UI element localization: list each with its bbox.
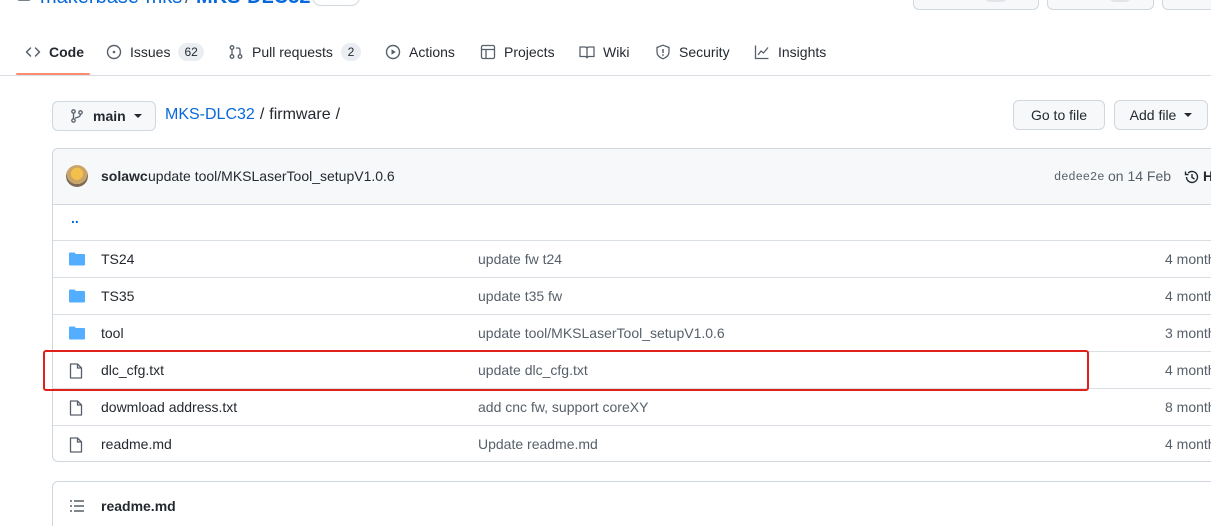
tab-actions[interactable]: Actions: [385, 30, 455, 74]
commit-author-link[interactable]: solawc: [101, 168, 148, 184]
latest-commit-bar: solawc update tool/MKSLaserTool_setupV1.…: [53, 149, 1211, 205]
tab-projects[interactable]: Projects: [480, 30, 555, 74]
git-pull-request-icon: [229, 45, 243, 59]
file-name-link[interactable]: readme.md: [101, 436, 172, 452]
star-button[interactable]: [1162, 0, 1211, 10]
file-name-link[interactable]: tool: [101, 325, 124, 341]
repo-nav-tabs: Code Issues 62 Pull requests 2 Actions P…: [0, 30, 1211, 76]
book-icon: [579, 46, 595, 59]
avatar[interactable]: [66, 165, 88, 187]
tab-security-label: Security: [679, 44, 730, 60]
breadcrumb-separator: /: [259, 106, 265, 123]
watch-button[interactable]: [913, 0, 1039, 10]
repo-icon: [18, 0, 30, 1]
repo-path-separator: /: [185, 0, 191, 9]
play-icon: [385, 44, 401, 60]
file-row[interactable]: tool update tool/MKSLaserTool_setupV1.0.…: [53, 314, 1211, 351]
file-icon: [69, 437, 83, 453]
tab-issues-label: Issues: [130, 44, 171, 60]
file-row[interactable]: readme.md Update readme.md 4 month: [53, 425, 1211, 461]
table-icon: [480, 44, 496, 60]
file-commit-message-link[interactable]: update tool/MKSLaserTool_setupV1.0.6: [478, 325, 725, 341]
tab-projects-label: Projects: [504, 44, 555, 60]
file-commit-age: 4 month: [1165, 251, 1211, 267]
tab-code-label: Code: [49, 44, 84, 60]
file-commit-age: 3 month: [1165, 325, 1211, 341]
breadcrumb-separator: /: [335, 106, 341, 123]
file-listing: solawc update tool/MKSLaserTool_setupV1.…: [52, 148, 1211, 462]
folder-icon: [69, 252, 85, 266]
commit-message-link[interactable]: update tool/MKSLaserTool_setupV1.0.6: [148, 168, 395, 184]
file-commit-message-link[interactable]: update fw t24: [478, 251, 562, 267]
tab-insights-label: Insights: [778, 44, 827, 60]
file-row[interactable]: dowmload address.txt add cnc fw, support…: [53, 388, 1211, 425]
chevron-down-icon: [133, 114, 142, 118]
file-name-link[interactable]: TS35: [101, 288, 134, 304]
tab-issues[interactable]: Issues 62: [106, 30, 204, 74]
go-to-file-button[interactable]: Go to file: [1013, 100, 1105, 130]
tab-wiki-label: Wiki: [603, 44, 630, 60]
tab-pull-requests[interactable]: Pull requests 2: [228, 30, 361, 74]
file-icon: [69, 400, 83, 416]
repo-name-link[interactable]: MKS-DLC32: [196, 0, 310, 9]
go-to-file-label: Go to file: [1030, 107, 1088, 123]
breadcrumb-repo-link[interactable]: MKS-DLC32: [165, 106, 255, 123]
tab-code[interactable]: Code: [25, 30, 84, 74]
folder-icon: [69, 326, 85, 340]
shield-icon: [656, 44, 670, 60]
branch-select-button[interactable]: main: [52, 101, 156, 131]
file-name-link[interactable]: dowmload address.txt: [101, 399, 237, 415]
file-commit-age: 4 month: [1165, 436, 1211, 452]
tab-insights[interactable]: Insights: [754, 30, 826, 74]
issues-count-badge: 62: [178, 43, 204, 61]
commit-sha-link[interactable]: dedee2e: [1054, 170, 1104, 184]
repo-owner-link[interactable]: makerbase-mks: [40, 0, 182, 9]
commit-date: on 14 Feb: [1108, 168, 1172, 184]
tab-security[interactable]: Security: [655, 30, 730, 74]
folder-icon: [69, 289, 85, 303]
tab-pull-requests-label: Pull requests: [252, 44, 333, 60]
file-name-link[interactable]: TS24: [101, 251, 134, 267]
add-file-button[interactable]: Add file: [1114, 100, 1208, 130]
add-file-label: Add file: [1129, 107, 1177, 123]
readme-panel: readme.md: [52, 481, 1211, 526]
file-row[interactable]: TS35 update t35 fw 4 month: [53, 277, 1211, 314]
parent-directory-row[interactable]: ..: [53, 204, 1211, 241]
file-row[interactable]: TS24 update fw t24 4 month: [53, 240, 1211, 277]
visibility-badge: [312, 0, 360, 6]
list-unordered-icon[interactable]: [69, 498, 85, 514]
git-branch-icon: [71, 109, 83, 123]
file-commit-message-link[interactable]: Update readme.md: [478, 436, 598, 452]
history-link[interactable]: H: [1203, 168, 1211, 184]
file-commit-age: 4 month: [1165, 288, 1211, 304]
fork-button[interactable]: [1047, 0, 1154, 10]
branch-name: main: [93, 108, 126, 124]
code-icon: [25, 47, 41, 57]
parent-directory-link[interactable]: ..: [71, 210, 79, 226]
graph-icon: [754, 45, 769, 60]
pull-requests-count-badge: 2: [340, 43, 361, 61]
issue-opened-icon: [106, 44, 122, 60]
file-commit-message-link[interactable]: add cnc fw, support coreXY: [478, 399, 648, 415]
chevron-down-icon: [1184, 113, 1193, 117]
tab-wiki[interactable]: Wiki: [579, 30, 629, 74]
file-commit-message-link[interactable]: update t35 fw: [478, 288, 562, 304]
breadcrumb-current-folder: firmware: [269, 106, 331, 123]
breadcrumb: MKS-DLC32/firmware /: [165, 106, 345, 128]
file-commit-age: 4 month: [1165, 362, 1211, 378]
selected-tab-indicator: [16, 73, 90, 75]
annotation-highlight-box: [43, 350, 1089, 391]
history-icon[interactable]: [1184, 169, 1200, 185]
readme-title: readme.md: [101, 498, 176, 514]
file-commit-age: 8 month: [1165, 399, 1211, 415]
tab-actions-label: Actions: [409, 44, 455, 60]
